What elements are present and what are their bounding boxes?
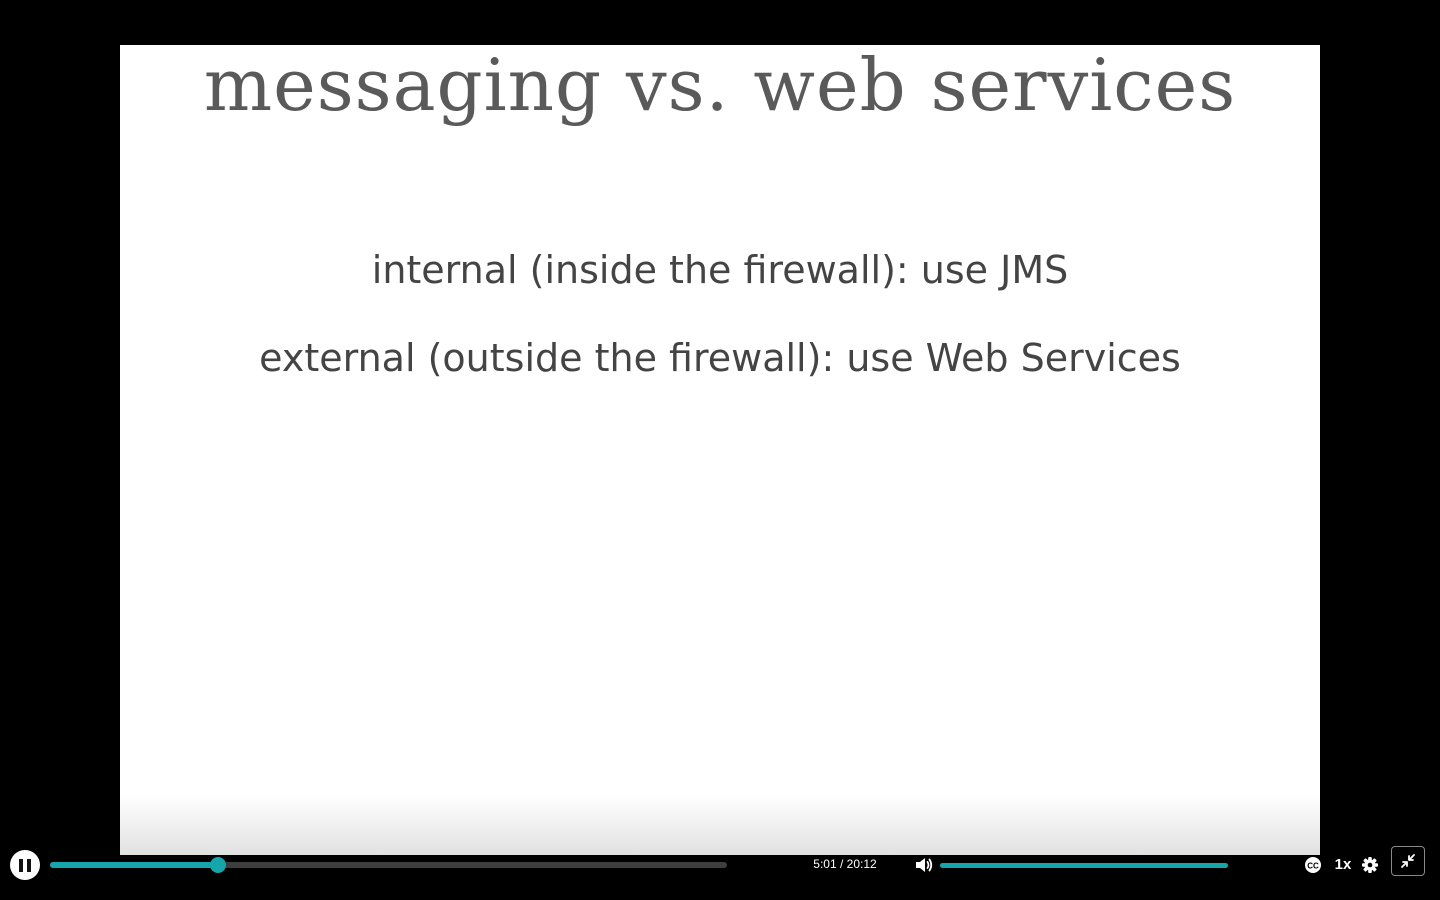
slide-title: messaging vs. web services [203,45,1237,127]
pause-icon-bar [27,858,31,872]
pause-icon [19,858,23,872]
progress-scrubber-handle[interactable] [210,857,227,873]
video-frame[interactable]: messaging vs. web services internal (ins… [120,45,1320,855]
slide-bullet-external: external (outside the firewall): use Web… [259,336,1181,380]
pause-button[interactable] [10,850,40,880]
time-display: 5:01 / 20:12 [813,857,877,871]
player-controls: 5:01 / 20:12 CC 1x [0,845,1440,885]
progress-played [50,862,219,868]
video-player: messaging vs. web services internal (ins… [0,0,1440,900]
volume-level [940,863,1228,868]
volume-slider[interactable] [940,863,1228,868]
exit-fullscreen-icon [1401,854,1415,868]
closed-captions-icon[interactable]: CC [1303,855,1323,875]
exit-fullscreen-button[interactable] [1391,846,1425,876]
svg-text:CC: CC [1307,862,1319,871]
slide-bullet-internal: internal (inside the firewall): use JMS [371,248,1069,292]
playback-speed-button[interactable]: 1x [1331,855,1355,875]
gear-icon[interactable] [1360,855,1380,875]
progress-bar[interactable] [50,857,727,873]
volume-icon[interactable] [914,855,934,875]
